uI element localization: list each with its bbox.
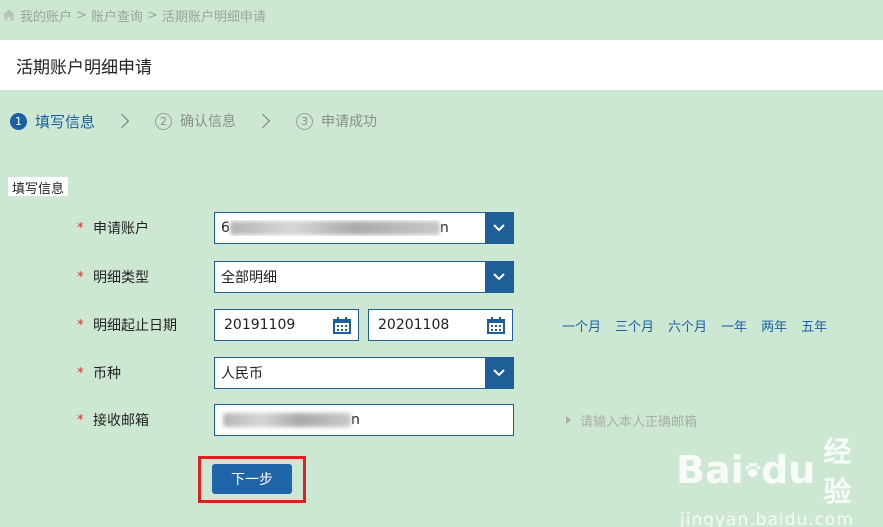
chevron-right-icon	[114, 113, 130, 129]
form-row-currency: * 币种 人民币	[0, 357, 883, 389]
watermark-brand-cn: 经验	[823, 435, 852, 508]
currency-label: 币种	[93, 366, 121, 382]
watermark-brand: Bai du 经验	[676, 430, 856, 510]
breadcrumb: 我的账户 > 账户查询 > 活期账户明细申请	[0, 4, 266, 26]
chevron-down-icon	[493, 273, 505, 281]
quick-range-3-months[interactable]: 三个月	[615, 316, 654, 335]
required-mark: *	[77, 412, 84, 428]
calendar-icon[interactable]	[487, 316, 505, 334]
account-label: 申请账户	[93, 221, 149, 237]
email-field[interactable]: n	[214, 404, 514, 436]
masked-account-number	[229, 221, 440, 235]
next-step-button[interactable]: 下一步	[212, 464, 292, 494]
section-label: 填写信息	[8, 177, 69, 197]
breadcrumb-separator: >	[146, 7, 158, 23]
quick-range-1-year[interactable]: 一年	[721, 316, 747, 335]
chevron-down-icon	[493, 369, 505, 377]
dropdown-toggle[interactable]	[485, 213, 513, 243]
quick-range-6-months[interactable]: 六个月	[668, 316, 707, 335]
baidu-jingyan-watermark: Bai du 经验 jingyan.baidu.com	[676, 430, 856, 527]
watermark-brand-text: Bai	[676, 448, 744, 492]
account-select[interactable]: 6n	[214, 212, 514, 244]
required-mark: *	[77, 220, 84, 236]
step-success: 3 申请成功	[296, 111, 377, 131]
section-divider	[8, 196, 70, 197]
required-mark: *	[77, 317, 84, 333]
watermark-url: jingyan.baidu.com	[680, 510, 854, 527]
start-date-value: 20191109	[224, 317, 296, 333]
start-date-input[interactable]: 20191109	[214, 309, 359, 341]
detail-type-select[interactable]: 全部明细	[214, 261, 514, 293]
masked-email	[223, 413, 351, 427]
progress-steps: 1 填写信息 2 确认信息 3 申请成功	[10, 108, 377, 134]
quick-range-2-years[interactable]: 两年	[761, 316, 787, 335]
currency-value: 人民币	[221, 366, 263, 382]
breadcrumb-current-page: 活期账户明细申请	[161, 9, 266, 25]
chevron-down-icon	[493, 224, 505, 232]
date-range-label: 明细起止日期	[93, 318, 177, 334]
account-value-suffix: n	[439, 220, 449, 236]
email-hint-text: 请输入本人正确邮箱	[580, 414, 698, 430]
detail-type-label: 明细类型	[93, 270, 149, 286]
step-number: 1	[10, 112, 27, 130]
page-title-bar: 活期账户明细申请	[0, 40, 883, 90]
end-date-value: 20201108	[378, 317, 450, 333]
watermark-brand-tail: du	[761, 448, 816, 492]
currency-select[interactable]: 人民币	[214, 357, 514, 389]
quick-range-5-years[interactable]: 五年	[801, 316, 827, 335]
caret-right-icon	[566, 416, 571, 424]
dropdown-toggle[interactable]	[485, 262, 513, 292]
required-mark: *	[77, 269, 84, 285]
email-label: 接收邮箱	[93, 413, 149, 429]
detail-type-value: 全部明细	[221, 270, 277, 286]
step-confirm-info: 2 确认信息	[155, 111, 236, 131]
quick-range-1-month[interactable]: 一个月	[562, 316, 601, 335]
step-number: 2	[155, 112, 173, 130]
step-label: 确认信息	[180, 114, 237, 130]
form-row-account: * 申请账户 6n	[0, 212, 883, 244]
quick-range-links: 一个月 三个月 六个月 一年 两年 五年	[562, 316, 841, 335]
form-row-detail-type: * 明细类型 全部明细	[0, 261, 883, 293]
paw-icon	[745, 462, 761, 477]
required-mark: *	[77, 365, 84, 381]
breadcrumb-separator: >	[76, 7, 87, 23]
breadcrumb-account-query[interactable]: 账户查询	[91, 6, 143, 25]
step-fill-info: 1 填写信息	[10, 111, 95, 132]
end-date-input[interactable]: 20201108	[368, 309, 513, 341]
page-title: 活期账户明细申请	[16, 57, 152, 78]
step-number: 3	[296, 112, 314, 130]
account-value-prefix: 6	[221, 220, 230, 236]
email-value-suffix: n	[351, 412, 360, 428]
step-label: 申请成功	[321, 114, 378, 130]
breadcrumb-my-account[interactable]: 我的账户	[20, 6, 72, 25]
email-hint: 请输入本人正确邮箱	[566, 411, 697, 430]
account-value: 6n	[215, 220, 485, 236]
home-icon[interactable]	[2, 8, 16, 22]
step-label: 填写信息	[35, 112, 96, 131]
chevron-right-icon	[255, 113, 271, 129]
dropdown-toggle[interactable]	[485, 358, 513, 388]
calendar-icon[interactable]	[333, 316, 351, 334]
